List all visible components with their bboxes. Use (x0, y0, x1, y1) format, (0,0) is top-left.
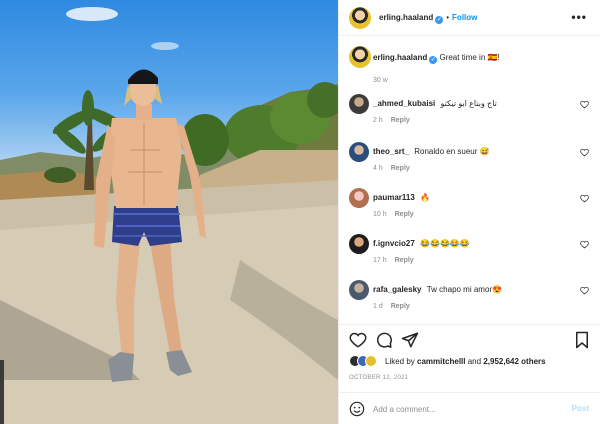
like-heart-icon[interactable] (580, 286, 589, 295)
like-heart-icon[interactable] (580, 100, 589, 109)
avatar[interactable] (349, 188, 369, 208)
comment-bubble-icon[interactable] (375, 331, 393, 349)
comment-text: 😂😂😂😂😂 (420, 239, 470, 248)
verified-badge-icon: ✓ (435, 16, 444, 24)
like-heart-icon[interactable] (349, 331, 367, 349)
likes-count[interactable]: 2,952,642 others (483, 357, 545, 366)
post-actions: Liked by cammitchelll and 2,952,642 othe… (339, 324, 600, 400)
reply-button[interactable]: Reply (391, 303, 410, 310)
caption-avatar[interactable] (349, 46, 371, 68)
post-button[interactable]: Post (572, 404, 589, 413)
separator-dot: • (446, 13, 450, 22)
comment-text: 🔥 (420, 193, 431, 202)
comment-text: Tw chapo mi amor😍 (426, 285, 503, 294)
comment-username[interactable]: _ahmed_kubaisi (373, 99, 435, 108)
liker-avatars[interactable] (349, 355, 383, 368)
comment-time: 1 d (373, 303, 383, 310)
avatar[interactable] (349, 94, 369, 114)
comment-time: 2 h (373, 117, 383, 124)
post-photo[interactable] (0, 0, 338, 424)
comment-item: f.ignvcio27 😂😂😂😂😂 17 h Reply (349, 232, 593, 278)
share-paper-plane-icon[interactable] (401, 331, 419, 349)
bookmark-icon[interactable] (573, 331, 591, 349)
comment-username[interactable]: f.ignvcio27 (373, 239, 415, 248)
comment-item: theo_srt_ Ronaldo en sueur 😅 4 h Reply (349, 140, 593, 186)
comment-time: 4 h (373, 165, 383, 172)
comment-text: تاج وبتاع ابو تيكتو (440, 99, 497, 108)
likes-summary: Liked by cammitchelll and 2,952,642 othe… (385, 357, 546, 366)
comment-username[interactable]: theo_srt_ (373, 147, 409, 156)
comment-item: paumar113 🔥 10 h Reply (349, 186, 593, 232)
avatar[interactable] (349, 234, 369, 254)
reply-button[interactable]: Reply (391, 117, 410, 124)
caption-time: 30 w (373, 77, 388, 84)
comment-username[interactable]: paumar113 (373, 193, 415, 202)
like-heart-icon[interactable] (580, 240, 589, 249)
post-date[interactable]: OCTOBER 12, 2021 (349, 375, 408, 381)
comment-input[interactable] (373, 401, 553, 417)
likes-prefix: Liked by (385, 357, 415, 366)
post-side-panel: erling.haaland ✓ • Follow ••• erling.haalan… (338, 0, 600, 424)
post-header: erling.haaland ✓ • Follow ••• (339, 0, 600, 36)
comment-item: _ahmed_kubaisi تاج وبتاع ابو تيكتو 2 h Re… (349, 92, 593, 138)
avatar[interactable] (349, 7, 371, 29)
avatar[interactable] (349, 142, 369, 162)
comment-composer: Post (339, 392, 600, 424)
like-heart-icon[interactable] (580, 148, 589, 157)
caption-text: Great time in 🇪🇸! (439, 53, 500, 62)
like-heart-icon[interactable] (580, 194, 589, 203)
comment-username[interactable]: rafa_galesky (373, 285, 421, 294)
follow-button[interactable]: Follow (452, 13, 477, 22)
more-horizontal-icon[interactable]: ••• (571, 10, 587, 24)
avatar (365, 355, 377, 367)
comment-time: 17 h (373, 257, 387, 264)
liker-username[interactable]: cammitchelll (417, 357, 465, 366)
emoji-icon[interactable] (349, 401, 365, 417)
likes-joiner: and (467, 357, 482, 366)
reply-button[interactable]: Reply (395, 257, 414, 264)
comment-time: 10 h (373, 211, 387, 218)
verified-badge-icon: ✓ (429, 56, 438, 64)
photo-scene (0, 7, 338, 424)
caption-username[interactable]: erling.haaland (373, 53, 427, 62)
reply-button[interactable]: Reply (391, 165, 410, 172)
comment-item: rafa_galesky Tw chapo mi amor😍 1 d Reply (349, 278, 593, 324)
avatar[interactable] (349, 280, 369, 300)
comments-feed[interactable]: erling.haaland ✓ Great time in 🇪🇸! 30 w _… (339, 36, 600, 324)
comment-text: Ronaldo en sueur 😅 (414, 147, 490, 156)
post-caption: erling.haaland ✓ Great time in 🇪🇸! 30 w (349, 44, 593, 90)
header-username[interactable]: erling.haaland (379, 13, 433, 22)
reply-button[interactable]: Reply (395, 211, 414, 218)
